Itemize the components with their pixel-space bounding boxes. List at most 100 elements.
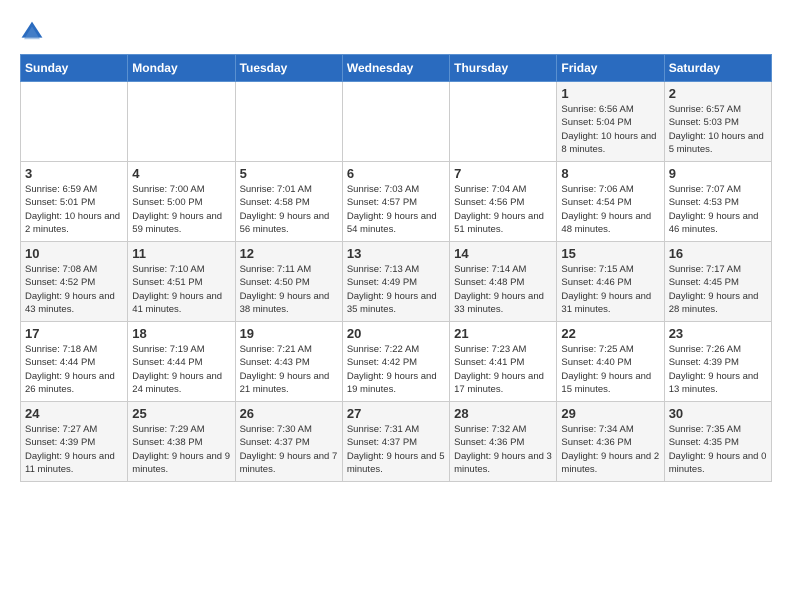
day-number: 18 — [132, 326, 230, 341]
week-row-3: 10Sunrise: 7:08 AM Sunset: 4:52 PM Dayli… — [21, 242, 772, 322]
day-number: 2 — [669, 86, 767, 101]
day-cell: 27 Sunrise: 7:31 AM Sunset: 4:37 PM Dayli… — [342, 402, 449, 482]
day-cell: 2Sunrise: 6:57 AM Sunset: 5:03 PM Daylig… — [664, 82, 771, 162]
header-wednesday: Wednesday — [342, 55, 449, 82]
day-cell: 17Sunrise: 7:18 AM Sunset: 4:44 PM Dayli… — [21, 322, 128, 402]
day-info: Sunrise: 7:19 AM Sunset: 4:44 PM Dayligh… — [132, 343, 230, 396]
day-number: 23 — [669, 326, 767, 341]
day-cell: 22 Sunrise: 7:25 AM Sunset: 4:40 PM Dayli… — [557, 322, 664, 402]
day-info: Sunrise: 7:35 AM Sunset: 4:35 PM Dayligh… — [669, 423, 767, 476]
day-number: 21 — [454, 326, 552, 341]
day-cell: 5 Sunrise: 7:01 AM Sunset: 4:58 PM Daylig… — [235, 162, 342, 242]
day-info: Sunrise: 7:06 AM Sunset: 4:54 PM Dayligh… — [561, 183, 659, 236]
day-number: 30 — [669, 406, 767, 421]
day-cell: 12Sunrise: 7:11 AM Sunset: 4:50 PM Dayli… — [235, 242, 342, 322]
day-number: 13 — [347, 246, 445, 261]
day-info: Sunrise: 7:01 AM Sunset: 4:58 PM Dayligh… — [240, 183, 338, 236]
day-info: Sunrise: 7:21 AM Sunset: 4:43 PM Dayligh… — [240, 343, 338, 396]
day-number: 9 — [669, 166, 767, 181]
header-tuesday: Tuesday — [235, 55, 342, 82]
day-cell: 10Sunrise: 7:08 AM Sunset: 4:52 PM Dayli… — [21, 242, 128, 322]
day-cell: 20 Sunrise: 7:22 AM Sunset: 4:42 PM Dayli… — [342, 322, 449, 402]
day-number: 25 — [132, 406, 230, 421]
day-cell — [450, 82, 557, 162]
calendar-table: SundayMondayTuesdayWednesdayThursdayFrid… — [20, 54, 772, 482]
day-info: Sunrise: 7:13 AM Sunset: 4:49 PM Dayligh… — [347, 263, 445, 316]
day-number: 7 — [454, 166, 552, 181]
calendar-header: SundayMondayTuesdayWednesdayThursdayFrid… — [21, 55, 772, 82]
day-cell: 7 Sunrise: 7:04 AM Sunset: 4:56 PM Daylig… — [450, 162, 557, 242]
day-info: Sunrise: 7:29 AM Sunset: 4:38 PM Dayligh… — [132, 423, 230, 476]
day-cell: 3Sunrise: 6:59 AM Sunset: 5:01 PM Daylig… — [21, 162, 128, 242]
day-cell — [342, 82, 449, 162]
day-number: 16 — [669, 246, 767, 261]
day-cell: 25 Sunrise: 7:29 AM Sunset: 4:38 PM Dayli… — [128, 402, 235, 482]
day-info: Sunrise: 7:14 AM Sunset: 4:48 PM Dayligh… — [454, 263, 552, 316]
day-cell: 18 Sunrise: 7:19 AM Sunset: 4:44 PM Dayli… — [128, 322, 235, 402]
day-info: Sunrise: 7:22 AM Sunset: 4:42 PM Dayligh… — [347, 343, 445, 396]
day-cell: 21 Sunrise: 7:23 AM Sunset: 4:41 PM Dayli… — [450, 322, 557, 402]
day-info: Sunrise: 7:03 AM Sunset: 4:57 PM Dayligh… — [347, 183, 445, 236]
page-header — [20, 20, 772, 44]
week-row-4: 17Sunrise: 7:18 AM Sunset: 4:44 PM Dayli… — [21, 322, 772, 402]
day-cell — [128, 82, 235, 162]
day-number: 22 — [561, 326, 659, 341]
day-number: 6 — [347, 166, 445, 181]
day-number: 8 — [561, 166, 659, 181]
day-number: 15 — [561, 246, 659, 261]
day-info: Sunrise: 7:11 AM Sunset: 4:50 PM Dayligh… — [240, 263, 338, 316]
week-row-5: 24Sunrise: 7:27 AM Sunset: 4:39 PM Dayli… — [21, 402, 772, 482]
day-number: 26 — [240, 406, 338, 421]
header-thursday: Thursday — [450, 55, 557, 82]
day-cell: 19 Sunrise: 7:21 AM Sunset: 4:43 PM Dayli… — [235, 322, 342, 402]
day-number: 5 — [240, 166, 338, 181]
day-cell — [235, 82, 342, 162]
day-number: 27 — [347, 406, 445, 421]
day-info: Sunrise: 7:26 AM Sunset: 4:39 PM Dayligh… — [669, 343, 767, 396]
day-cell: 4Sunrise: 7:00 AM Sunset: 5:00 PM Daylig… — [128, 162, 235, 242]
day-cell: 24Sunrise: 7:27 AM Sunset: 4:39 PM Dayli… — [21, 402, 128, 482]
day-number: 20 — [347, 326, 445, 341]
day-info: Sunrise: 7:23 AM Sunset: 4:41 PM Dayligh… — [454, 343, 552, 396]
day-cell: 9 Sunrise: 7:07 AM Sunset: 4:53 PM Daylig… — [664, 162, 771, 242]
header-row: SundayMondayTuesdayWednesdayThursdayFrid… — [21, 55, 772, 82]
day-number: 14 — [454, 246, 552, 261]
day-number: 24 — [25, 406, 123, 421]
day-cell: 23 Sunrise: 7:26 AM Sunset: 4:39 PM Dayli… — [664, 322, 771, 402]
day-info: Sunrise: 7:32 AM Sunset: 4:36 PM Dayligh… — [454, 423, 552, 476]
day-number: 1 — [561, 86, 659, 101]
day-cell: 15 Sunrise: 7:15 AM Sunset: 4:46 PM Dayli… — [557, 242, 664, 322]
day-info: Sunrise: 7:15 AM Sunset: 4:46 PM Dayligh… — [561, 263, 659, 316]
day-cell — [21, 82, 128, 162]
day-info: Sunrise: 7:00 AM Sunset: 5:00 PM Dayligh… — [132, 183, 230, 236]
header-friday: Friday — [557, 55, 664, 82]
day-info: Sunrise: 7:04 AM Sunset: 4:56 PM Dayligh… — [454, 183, 552, 236]
day-number: 3 — [25, 166, 123, 181]
day-cell: 14 Sunrise: 7:14 AM Sunset: 4:48 PM Dayli… — [450, 242, 557, 322]
day-info: Sunrise: 7:30 AM Sunset: 4:37 PM Dayligh… — [240, 423, 338, 476]
day-cell: 28 Sunrise: 7:32 AM Sunset: 4:36 PM Dayli… — [450, 402, 557, 482]
day-info: Sunrise: 7:25 AM Sunset: 4:40 PM Dayligh… — [561, 343, 659, 396]
day-number: 19 — [240, 326, 338, 341]
logo-icon — [20, 20, 44, 44]
week-row-2: 3Sunrise: 6:59 AM Sunset: 5:01 PM Daylig… — [21, 162, 772, 242]
day-cell: 13 Sunrise: 7:13 AM Sunset: 4:49 PM Dayli… — [342, 242, 449, 322]
day-number: 17 — [25, 326, 123, 341]
day-info: Sunrise: 7:07 AM Sunset: 4:53 PM Dayligh… — [669, 183, 767, 236]
day-number: 28 — [454, 406, 552, 421]
day-info: Sunrise: 7:10 AM Sunset: 4:51 PM Dayligh… — [132, 263, 230, 316]
header-saturday: Saturday — [664, 55, 771, 82]
day-cell: 1 Sunrise: 6:56 AM Sunset: 5:04 PM Daylig… — [557, 82, 664, 162]
header-sunday: Sunday — [21, 55, 128, 82]
day-number: 29 — [561, 406, 659, 421]
day-cell: 6 Sunrise: 7:03 AM Sunset: 4:57 PM Daylig… — [342, 162, 449, 242]
day-info: Sunrise: 7:34 AM Sunset: 4:36 PM Dayligh… — [561, 423, 659, 476]
day-info: Sunrise: 7:31 AM Sunset: 4:37 PM Dayligh… — [347, 423, 445, 476]
day-cell: 26 Sunrise: 7:30 AM Sunset: 4:37 PM Dayli… — [235, 402, 342, 482]
day-cell: 30 Sunrise: 7:35 AM Sunset: 4:35 PM Dayli… — [664, 402, 771, 482]
calendar-body: 1 Sunrise: 6:56 AM Sunset: 5:04 PM Daylig… — [21, 82, 772, 482]
day-info: Sunrise: 7:08 AM Sunset: 4:52 PM Dayligh… — [25, 263, 123, 316]
header-monday: Monday — [128, 55, 235, 82]
day-info: Sunrise: 7:17 AM Sunset: 4:45 PM Dayligh… — [669, 263, 767, 316]
day-info: Sunrise: 6:56 AM Sunset: 5:04 PM Dayligh… — [561, 103, 659, 156]
